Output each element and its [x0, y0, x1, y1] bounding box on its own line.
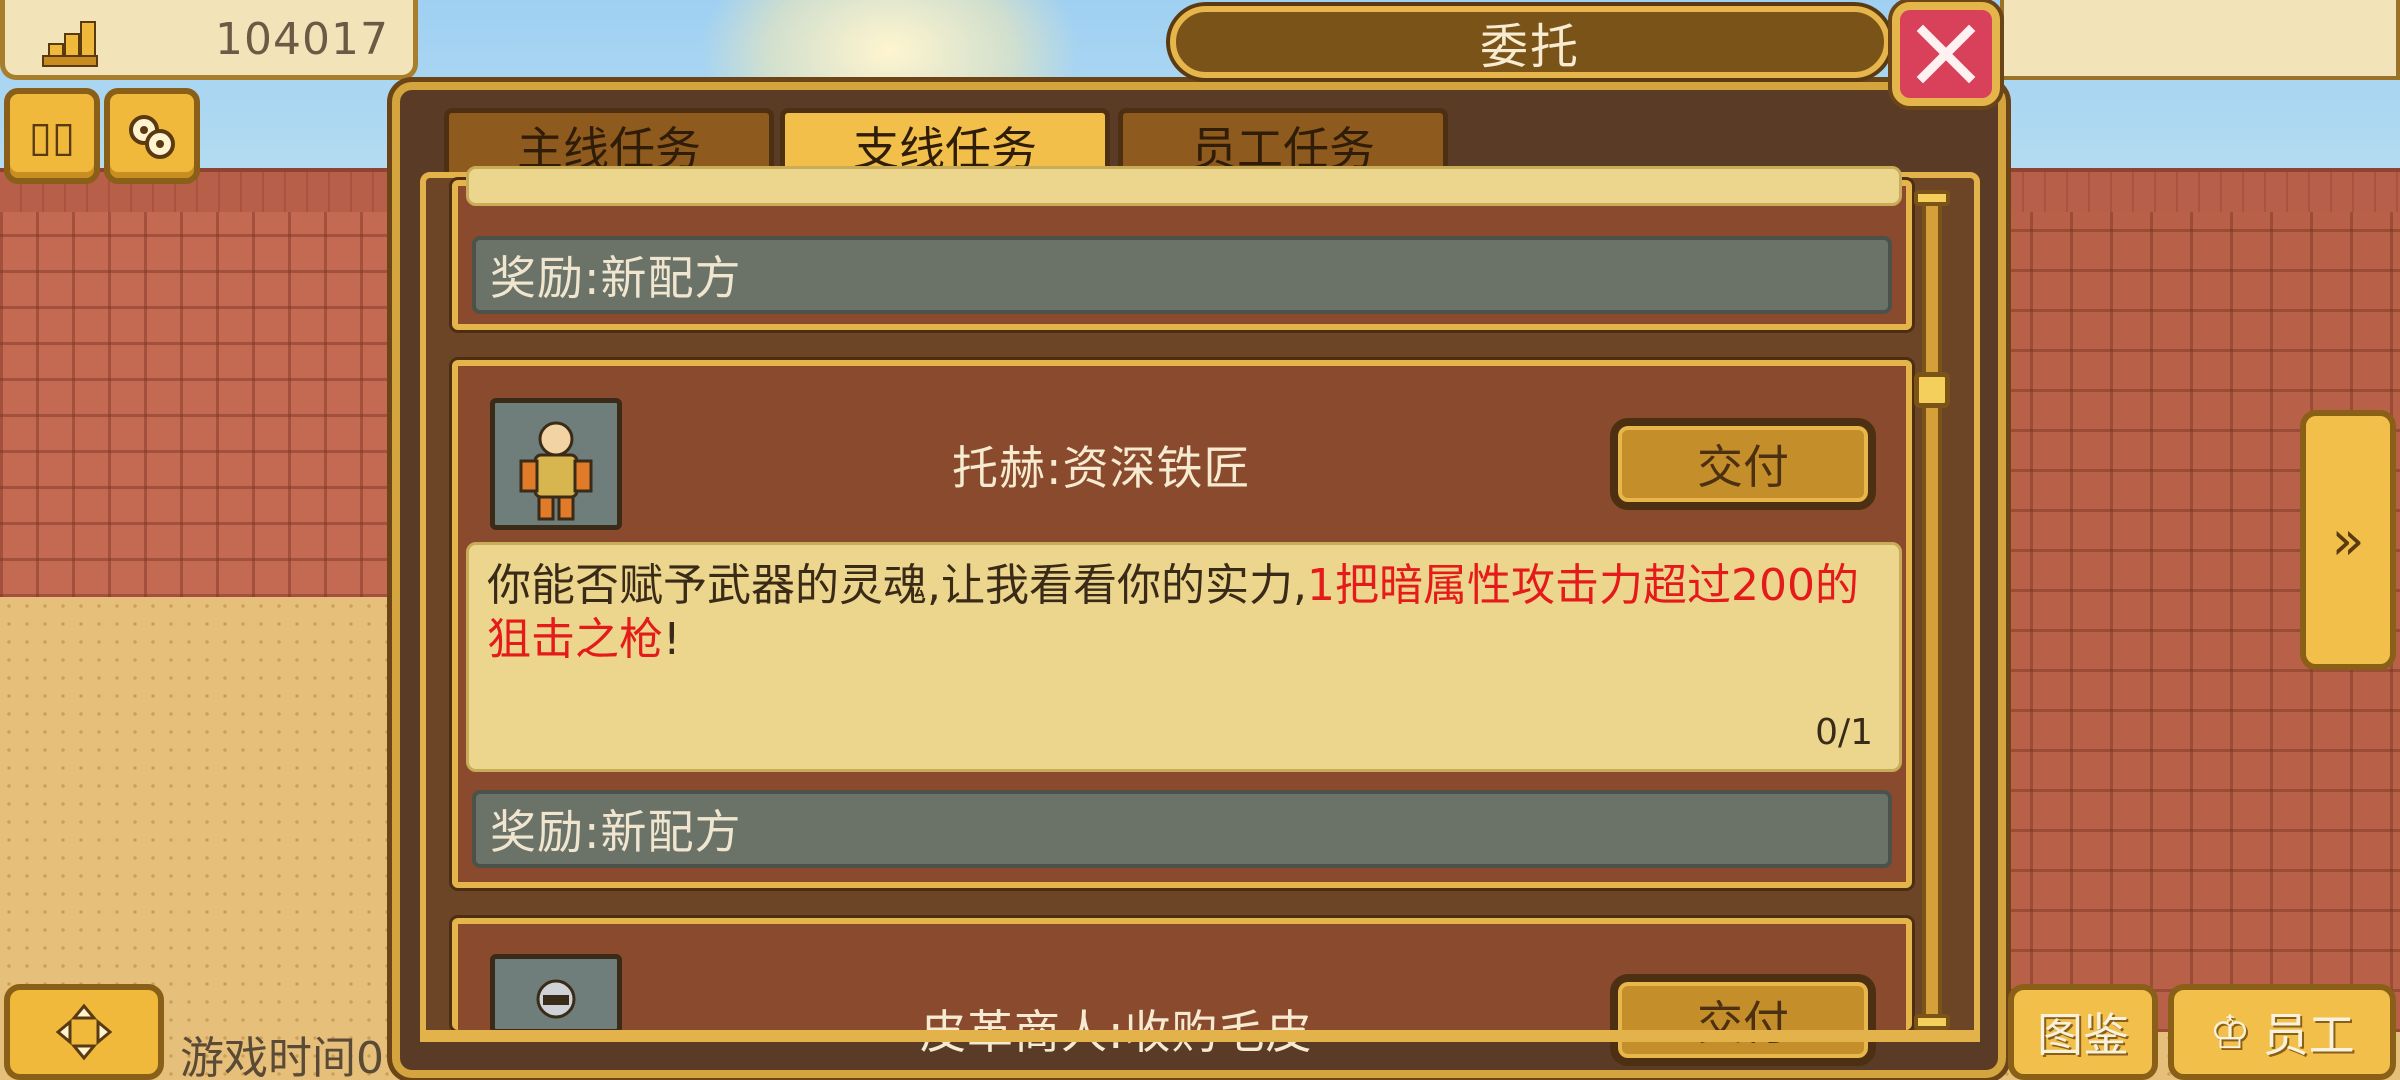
quest-reward: 奖励:新配方 [472, 790, 1892, 868]
gold-stack-icon [42, 21, 98, 67]
merchant-portrait-icon [536, 979, 576, 1019]
move-button[interactable] [4, 984, 164, 1080]
top-right-strip [2000, 0, 2400, 80]
quest-card: 托赫:资深铁匠 交付 你能否赋予武器的灵魂,让我看看你的实力,1把暗属性攻击力超… [452, 360, 1912, 888]
gold-value: 104017 [215, 14, 389, 65]
quest-description-text: 你能否赋予武器的灵魂,让我看看你的实力, [487, 560, 1307, 611]
settings-button[interactable] [104, 88, 200, 184]
quest-reward: 奖励:新配方 [472, 236, 1892, 314]
codex-button[interactable]: 图鉴 [2008, 984, 2158, 1080]
npc-avatar-leather-merchant [490, 954, 622, 1034]
blacksmith-portrait-icon [519, 421, 593, 521]
deliver-button[interactable]: 交付 [1610, 418, 1876, 510]
gears-icon [129, 115, 175, 159]
pause-icon: ▯▯ [28, 111, 76, 161]
staff-button[interactable]: ♔ 员工 [2168, 984, 2396, 1080]
quest-giver-name: 托赫:资深铁匠 [952, 441, 1251, 495]
dialog-title: 委托 [1479, 19, 1580, 75]
game-time-label: 游戏时间0 [180, 1033, 384, 1080]
crown-icon: ♔ [2209, 1005, 2251, 1059]
scrollbar-bottom-cap [1914, 1014, 1950, 1030]
dialog-title-bar: 委托 [1170, 6, 1890, 78]
deliver-label: 交付 [1697, 440, 1789, 494]
list-frame-bottom-edge [420, 1030, 1980, 1042]
scrollbar-top-cap [1914, 190, 1950, 206]
codex-label: 图鉴 [2037, 1008, 2129, 1062]
quest-description-end: ! [663, 614, 681, 665]
move-arrows-icon [55, 1003, 113, 1061]
quest-card: 奖励:新配方 [452, 166, 1912, 330]
quest-description: 你能否赋予武器的灵魂,让我看看你的实力,1把暗属性攻击力超过200的狙击之枪! [487, 559, 1887, 667]
expand-panel-button[interactable]: » [2300, 410, 2396, 670]
close-button[interactable] [1892, 2, 2000, 106]
quest-list-scrollbar[interactable] [1922, 190, 1942, 1032]
pause-button[interactable]: ▯▯ [4, 88, 100, 184]
npc-avatar-blacksmith [490, 398, 622, 530]
quest-description-box: 你能否赋予武器的灵魂,让我看看你的实力,1把暗属性攻击力超过200的狙击之枪! … [466, 542, 1902, 772]
gold-counter: 104017 [0, 0, 418, 80]
quest-card: 皮革商人:收购毛皮 交付 [452, 918, 1912, 1066]
quest-giver-name: 皮革商人:收购毛皮 [920, 996, 1313, 1062]
quest-progress: 0/1 [1815, 712, 1873, 753]
staff-label: 员工 [2262, 1008, 2355, 1062]
deliver-button[interactable]: 交付 [1610, 974, 1876, 1066]
quest-description-box [466, 166, 1902, 206]
deliver-label: 交付 [1697, 996, 1789, 1050]
double-chevron-right-icon: » [2331, 508, 2365, 572]
close-icon [1916, 24, 1976, 84]
scrollbar-thumb[interactable] [1914, 372, 1950, 408]
